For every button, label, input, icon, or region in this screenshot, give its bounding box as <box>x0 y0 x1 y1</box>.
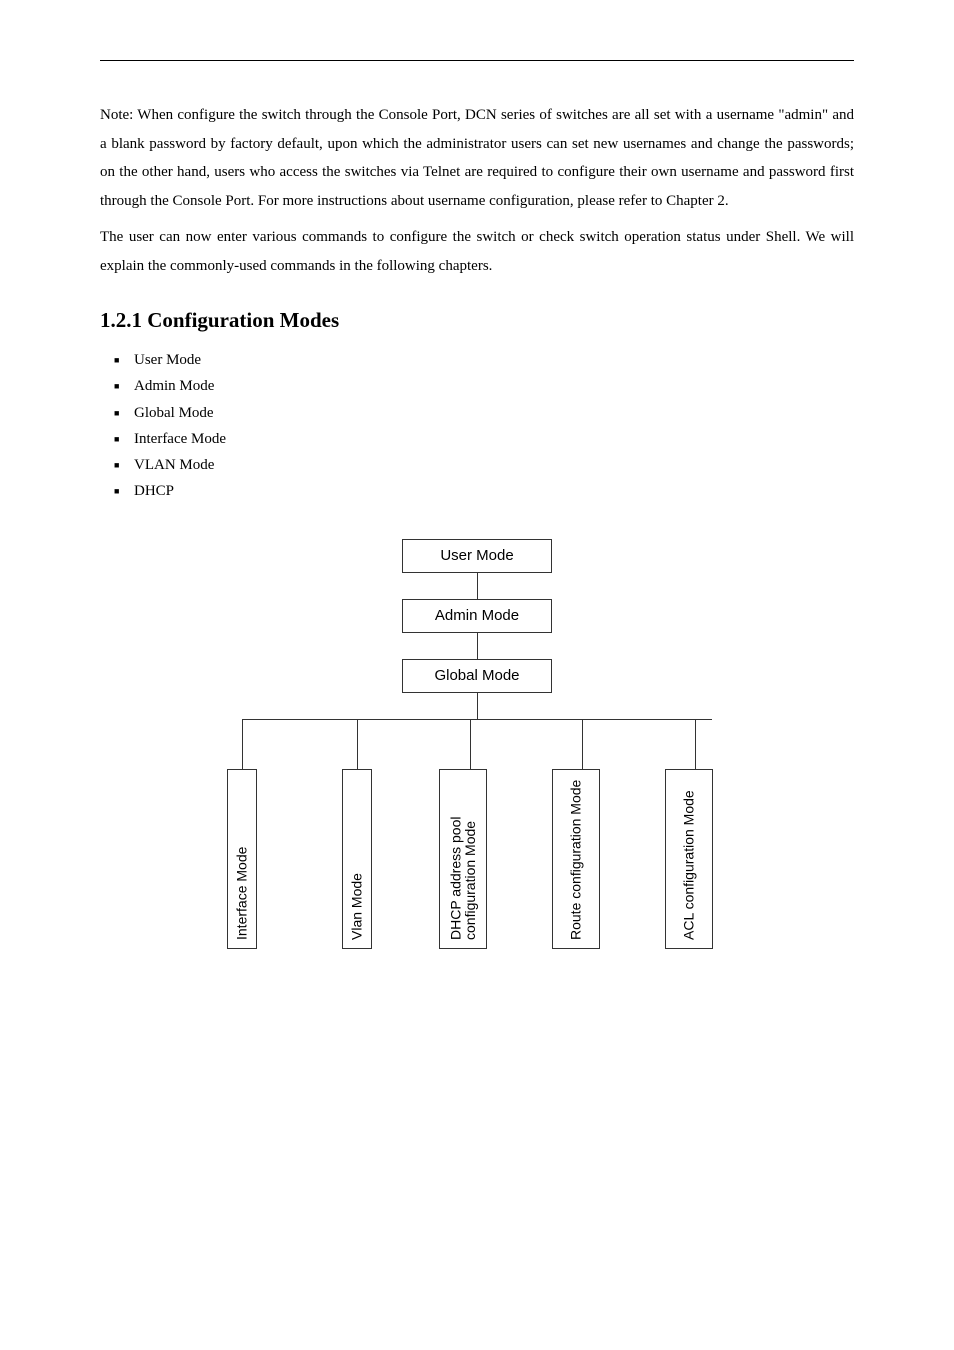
connector <box>470 719 471 769</box>
connector-tick <box>477 573 478 578</box>
list-item: Global Mode <box>100 400 854 426</box>
list-item: User Mode <box>100 347 854 373</box>
list-item: VLAN Mode <box>100 452 854 478</box>
list-item: DHCP <box>100 478 854 504</box>
paragraph-shell: The user can now enter various commands … <box>100 223 854 280</box>
connector <box>695 719 696 769</box>
node-user-mode: User Mode <box>402 539 552 573</box>
list-item: Interface Mode <box>100 426 854 452</box>
connector-bus <box>242 719 712 720</box>
node-vlan-mode: Vlan Mode <box>342 769 372 949</box>
node-admin-mode: Admin Mode <box>402 599 552 633</box>
node-acl-mode: ACL configuration Mode <box>665 769 713 949</box>
node-global-mode: Global Mode <box>402 659 552 693</box>
list-item: Admin Mode <box>100 373 854 399</box>
paragraph-note: Note: When configure the switch through … <box>100 101 854 215</box>
connector <box>477 633 478 659</box>
connector <box>242 719 243 769</box>
connector <box>357 719 358 769</box>
mode-bullet-list: User Mode Admin Mode Global Mode Interfa… <box>100 347 854 505</box>
section-title-config-modes: 1.2.1 Configuration Modes <box>100 308 854 333</box>
connector <box>477 693 478 719</box>
node-dhcp-mode: DHCP address pool configuration Mode <box>439 769 487 949</box>
connector <box>582 719 583 769</box>
node-interface-mode: Interface Mode <box>227 769 257 949</box>
mode-hierarchy-diagram: User Mode Admin Mode Global Mode Interfa… <box>217 539 737 949</box>
header-rule <box>100 60 854 61</box>
node-route-mode: Route configuration Mode <box>552 769 600 949</box>
